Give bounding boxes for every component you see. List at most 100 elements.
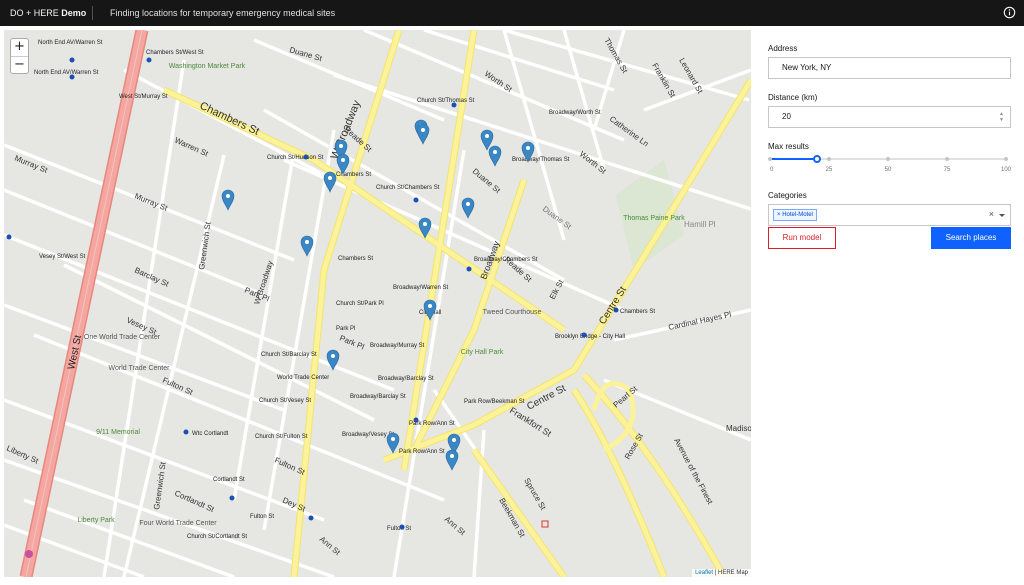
stepper-icon[interactable]: ▲ ▼	[999, 111, 1004, 123]
street-label: Hamill Pl	[684, 220, 716, 229]
station-label: Chambers St/West St	[146, 50, 204, 56]
station-label: Broadway/Worth St	[549, 110, 601, 116]
marker-dot	[423, 222, 427, 226]
search-panel: Address New York, NY Distance (km) 20 ▲ ▼…	[768, 44, 1011, 226]
slider-tick	[768, 157, 772, 161]
distance-label: Distance (km)	[768, 93, 818, 102]
station-label: Church St/Fulton St	[255, 434, 308, 440]
distance-input[interactable]: 20 ▲ ▼	[768, 106, 1011, 128]
slider-tick-label: 25	[825, 167, 833, 173]
run-model-button[interactable]: Run model	[768, 227, 836, 249]
header-divider	[92, 6, 93, 20]
place-label: One World Trade Center	[84, 334, 161, 341]
transit-stop-icon	[183, 429, 189, 435]
distance-value: 20	[782, 112, 791, 121]
category-tag[interactable]: × Hotel-Motel	[773, 209, 817, 221]
slider-handle[interactable]	[813, 155, 822, 163]
marker-dot	[421, 128, 425, 132]
marker-dot	[328, 176, 332, 180]
station-label: Broadway/Warren St	[393, 285, 448, 291]
map-canvas[interactable]: Chambers St Warren St Murray St Murray S…	[4, 30, 751, 577]
transit-stop-icon	[413, 197, 419, 203]
street-label: Madison St	[726, 424, 751, 433]
marker-dot	[428, 304, 432, 308]
marker-dot	[466, 202, 470, 206]
max-results-slider[interactable]: 0 25 50 75 100	[768, 153, 1011, 177]
slider-tick	[886, 157, 890, 161]
slider-fill	[770, 158, 818, 160]
marker-dot	[452, 438, 456, 442]
station-label: Fulton St	[387, 526, 411, 532]
page-subtitle: Finding locations for temporary emergenc…	[110, 8, 336, 18]
place-label: Thomas Paine Park	[623, 215, 685, 222]
transit-stop-icon	[146, 57, 152, 63]
slider-tick	[827, 157, 831, 161]
marker-dot	[450, 454, 454, 458]
brand-suffix: Demo	[61, 8, 87, 18]
marker-dot	[391, 437, 395, 441]
top-bar: DO + HERE Demo Finding locations for tem…	[0, 0, 1024, 26]
marker-dot	[526, 146, 530, 150]
station-label: West St/Murray St	[119, 94, 168, 100]
categories-multiselect[interactable]: × Hotel-Motel ×	[768, 204, 1011, 226]
transit-stop-icon	[303, 154, 309, 160]
station-label: Chambers St	[620, 309, 655, 315]
station-label: North End AV/Warren St	[38, 40, 103, 46]
zoom-in-button[interactable]: +	[11, 39, 28, 56]
station-label: World Trade Center	[277, 375, 329, 381]
place-label: Four World Trade Center	[139, 520, 217, 527]
station-label: Park Row/Ann St	[399, 449, 445, 455]
station-label: Church St/Chambers St	[376, 185, 440, 191]
place-label: Washington Market Park	[169, 63, 246, 70]
station-label: Church St/Park Pl	[336, 301, 384, 307]
app-brand[interactable]: DO + HERE Demo	[10, 0, 86, 26]
clear-selection-icon[interactable]: ×	[989, 209, 994, 219]
address-label: Address	[768, 44, 798, 53]
address-input[interactable]: New York, NY	[768, 57, 1011, 79]
transit-stop-icon	[229, 495, 235, 501]
zoom-out-button[interactable]: −	[11, 56, 28, 73]
station-label: Cortlandt St	[213, 477, 245, 483]
tag-label: Hotel-Motel	[782, 212, 813, 218]
place-label: Liberty Park	[77, 517, 115, 524]
station-label: Broadway/Vesey St	[342, 432, 394, 438]
station-label: Church St/Vesey St	[259, 398, 311, 404]
transit-stop-icon	[69, 57, 75, 63]
transit-stop-icon	[451, 102, 457, 108]
slider-tick-label: 100	[1000, 167, 1012, 173]
station-label: Park Pl	[336, 326, 355, 332]
transit-stop-icon	[581, 332, 587, 338]
marker-dot	[339, 144, 343, 148]
map-attribution: Leaflet | HERE Map	[692, 569, 751, 577]
search-places-button[interactable]: Search places	[931, 227, 1011, 249]
station-label: Broadway/Chambers St	[474, 257, 538, 263]
station-label: Chambers St	[336, 172, 371, 178]
station-label: Church St/Barclay St	[261, 352, 317, 358]
marker-dot	[485, 134, 489, 138]
zoom-control: + −	[10, 38, 29, 74]
transit-stop-icon	[308, 515, 314, 521]
station-label: North End AV/Warren St	[34, 70, 99, 76]
max-results-label: Max results	[768, 142, 809, 151]
station-label: Church St/Cortlandt St	[187, 534, 247, 540]
slider-tick-label: 50	[884, 167, 892, 173]
transit-stop-icon	[69, 74, 75, 80]
attribution-text: | HERE Map	[713, 570, 748, 576]
transit-stop-icon	[466, 266, 472, 272]
marker-dot	[226, 194, 230, 198]
station-label: Brooklyn Bridge - City Hall	[555, 334, 625, 340]
leaflet-link[interactable]: Leaflet	[695, 570, 713, 576]
chevron-down-icon[interactable]	[999, 214, 1005, 217]
station-label: Wtc Cortlandt	[192, 431, 229, 437]
marker-dot	[331, 354, 335, 358]
station-label: Church St/Hudson St	[267, 155, 324, 161]
transit-stop-icon	[413, 417, 419, 423]
tag-remove-icon[interactable]: ×	[777, 212, 781, 218]
map-view[interactable]: Chambers St Warren St Murray St Murray S…	[4, 30, 751, 577]
highway-shield-icon	[25, 550, 33, 558]
slider-tick-label: 0	[770, 167, 774, 173]
place-label: Tweed Courthouse	[483, 309, 542, 316]
station-label: Chambers St	[338, 256, 373, 262]
info-icon[interactable]	[1003, 6, 1016, 19]
transit-stop-icon	[399, 524, 405, 530]
